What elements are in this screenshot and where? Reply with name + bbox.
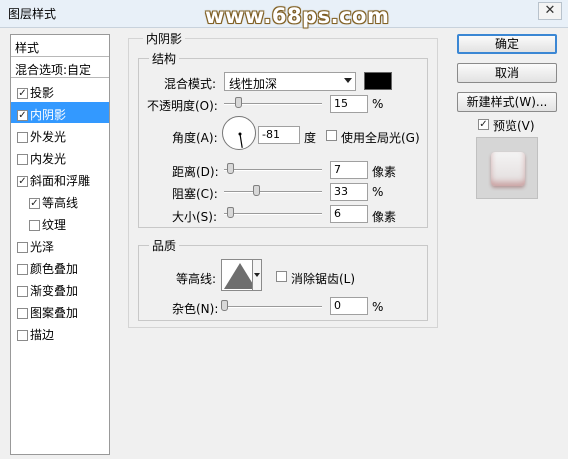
- sidebar-item-drop-shadow[interactable]: 投影: [11, 80, 109, 101]
- angle-unit: 度: [304, 131, 317, 145]
- distance-field[interactable]: 7: [330, 161, 368, 179]
- angle-dial[interactable]: [222, 116, 256, 150]
- sidebar-item-label: 斜面和浮雕: [30, 174, 91, 188]
- opacity-label: 不透明度(O):: [147, 99, 218, 113]
- blend-options-item[interactable]: 混合选项:自定: [11, 57, 109, 78]
- distance-slider-track[interactable]: [224, 169, 322, 171]
- sidebar-item-satin[interactable]: 光泽: [11, 234, 109, 255]
- distance-unit: 像素: [372, 165, 397, 179]
- chevron-down-icon: [344, 78, 352, 83]
- sidebar-item-label: 投影: [30, 86, 55, 100]
- sidebar-item-label: 描边: [30, 328, 55, 342]
- close-button[interactable]: ✕: [538, 2, 562, 20]
- sidebar-item-inner-shadow[interactable]: 内阴影: [11, 102, 109, 123]
- size-slider-track[interactable]: [224, 213, 322, 215]
- sidebar-item-label: 图案叠加: [30, 306, 79, 320]
- chevron-down-icon: [254, 273, 260, 277]
- size-slider-thumb[interactable]: [227, 207, 234, 218]
- preview-label[interactable]: 预览(V): [493, 117, 535, 134]
- opacity-unit: %: [372, 97, 384, 111]
- sidebar-item-inner-glow[interactable]: 内发光: [11, 146, 109, 167]
- global-light-label[interactable]: 使用全局光(G): [341, 129, 420, 146]
- inner-glow-checkbox[interactable]: [17, 154, 28, 165]
- distance-label: 距离(D):: [172, 165, 219, 179]
- title-bar: 图层样式 www.68ps.com ✕: [0, 0, 568, 28]
- styles-sidebar: 样式 混合选项:自定 投影 内阴影 外发光 内发光 斜面和浮雕 等高线 纹理 光…: [10, 34, 110, 455]
- sidebar-item-pattern-overlay[interactable]: 图案叠加: [11, 300, 109, 321]
- sidebar-item-label: 内阴影: [30, 108, 67, 122]
- sidebar-item-texture[interactable]: 纹理: [11, 212, 109, 233]
- satin-checkbox[interactable]: [17, 242, 28, 253]
- anti-alias-checkbox[interactable]: [276, 271, 287, 282]
- contour-dropdown[interactable]: [252, 259, 262, 291]
- sidebar-item-label: 颜色叠加: [30, 262, 79, 276]
- outer-glow-checkbox[interactable]: [17, 132, 28, 143]
- noise-slider-thumb[interactable]: [221, 300, 228, 311]
- sidebar-item-bevel-emboss[interactable]: 斜面和浮雕: [11, 168, 109, 189]
- color-overlay-checkbox[interactable]: [17, 264, 28, 275]
- ok-button[interactable]: 确定: [457, 34, 557, 54]
- window-title: 图层样式: [8, 7, 57, 21]
- choke-field[interactable]: 33: [330, 183, 368, 201]
- opacity-slider-thumb[interactable]: [234, 97, 242, 108]
- shadow-color-swatch[interactable]: [364, 72, 392, 90]
- pattern-overlay-checkbox[interactable]: [17, 308, 28, 319]
- structure-legend: 结构: [149, 50, 180, 67]
- size-field[interactable]: 6: [330, 205, 368, 223]
- texture-checkbox[interactable]: [29, 220, 40, 231]
- choke-slider-thumb[interactable]: [253, 185, 260, 196]
- style-preview: [476, 137, 538, 199]
- inner-shadow-checkbox[interactable]: [17, 110, 28, 121]
- cancel-button[interactable]: 取消: [457, 63, 557, 83]
- noise-slider-track[interactable]: [224, 306, 322, 308]
- quality-legend: 品质: [149, 237, 180, 254]
- sidebar-item-contour[interactable]: 等高线: [11, 190, 109, 211]
- sidebar-item-label: 等高线: [42, 196, 79, 210]
- bevel-emboss-checkbox[interactable]: [17, 176, 28, 187]
- sidebar-item-outer-glow[interactable]: 外发光: [11, 124, 109, 145]
- sidebar-item-label: 纹理: [42, 218, 67, 232]
- preview-checkbox[interactable]: [478, 119, 489, 130]
- sidebar-item-gradient-overlay[interactable]: 渐变叠加: [11, 278, 109, 299]
- anti-alias-label[interactable]: 消除锯齿(L): [291, 270, 355, 287]
- panel-title: 内阴影: [143, 30, 186, 47]
- contour-label: 等高线:: [176, 272, 217, 286]
- sidebar-header[interactable]: 样式: [11, 35, 109, 57]
- contour-checkbox[interactable]: [29, 198, 40, 209]
- choke-slider-track[interactable]: [224, 191, 322, 193]
- sidebar-item-stroke[interactable]: 描边: [11, 322, 109, 343]
- stroke-checkbox[interactable]: [17, 330, 28, 341]
- blend-mode-value: 线性加深: [229, 77, 278, 91]
- new-style-button[interactable]: 新建样式(W)...: [457, 92, 557, 112]
- sidebar-item-label: 渐变叠加: [30, 284, 79, 298]
- angle-label: 角度(A):: [172, 131, 218, 145]
- choke-unit: %: [372, 185, 384, 199]
- noise-unit: %: [372, 300, 384, 314]
- blend-mode-select[interactable]: 线性加深: [224, 72, 356, 91]
- sidebar-item-color-overlay[interactable]: 颜色叠加: [11, 256, 109, 277]
- preview-swatch: [491, 152, 525, 186]
- opacity-field[interactable]: 15: [330, 95, 368, 113]
- blend-mode-label: 混合模式:: [164, 77, 217, 91]
- watermark: www.68ps.com: [205, 4, 390, 28]
- sidebar-item-label: 光泽: [30, 240, 55, 254]
- distance-slider-thumb[interactable]: [227, 163, 234, 174]
- size-unit: 像素: [372, 210, 397, 224]
- sidebar-item-label: 内发光: [30, 152, 67, 166]
- angle-needle-icon: [238, 132, 243, 148]
- choke-label: 阻塞(C):: [172, 187, 218, 201]
- gradient-overlay-checkbox[interactable]: [17, 286, 28, 297]
- noise-label: 杂色(N):: [172, 302, 219, 316]
- angle-field[interactable]: -81: [258, 126, 300, 144]
- sidebar-item-label: 外发光: [30, 130, 67, 144]
- global-light-checkbox[interactable]: [326, 130, 337, 141]
- noise-field[interactable]: 0: [330, 297, 368, 315]
- size-label: 大小(S):: [172, 210, 218, 224]
- drop-shadow-checkbox[interactable]: [17, 88, 28, 99]
